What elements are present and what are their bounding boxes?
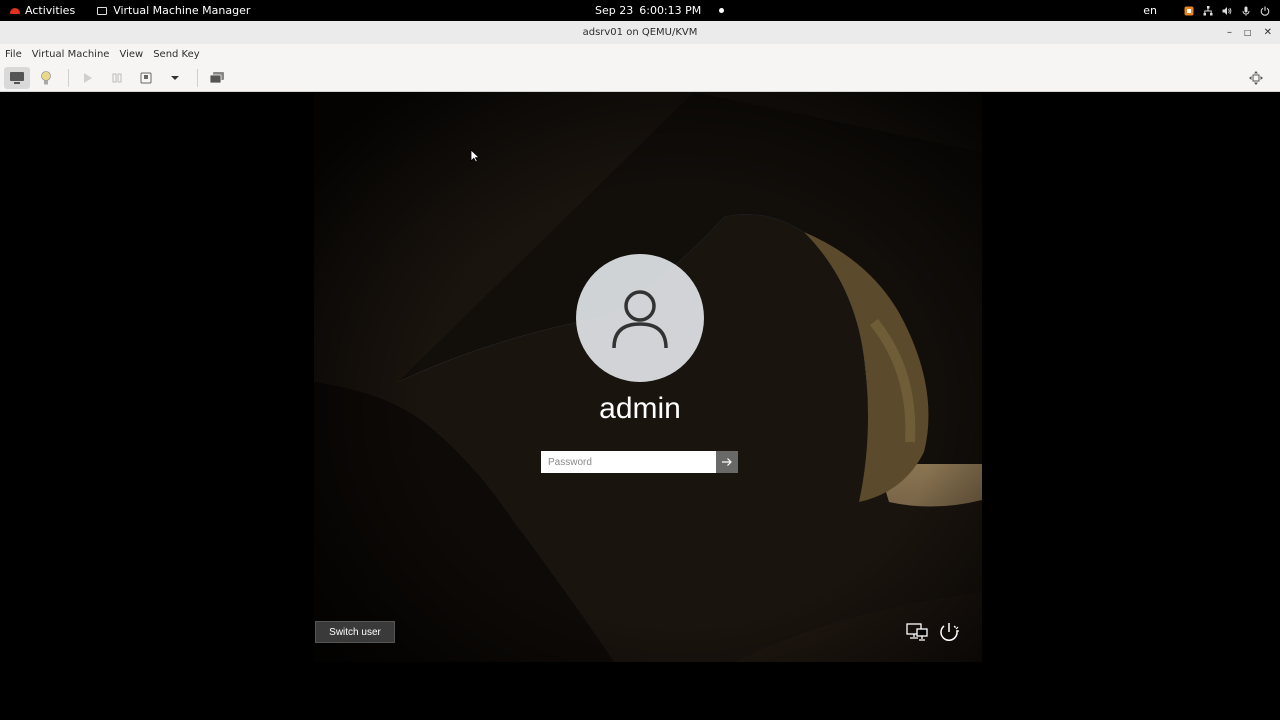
- shutdown-button[interactable]: [133, 67, 159, 89]
- switch-user-button[interactable]: Switch user: [315, 621, 395, 643]
- menu-view[interactable]: View: [119, 49, 143, 60]
- console-view-button[interactable]: [4, 66, 30, 89]
- clock-time: 6:00:13 PM: [639, 4, 702, 17]
- toolbar-separator: [197, 68, 198, 87]
- shutdown-menu-button[interactable]: [162, 67, 188, 89]
- app-menu[interactable]: Virtual Machine Manager: [97, 4, 250, 17]
- network-status-button[interactable]: [906, 623, 928, 645]
- notification-dot: [719, 8, 725, 13]
- menu-send-key[interactable]: Send Key: [153, 49, 200, 60]
- clock[interactable]: Sep 23 6:00:13 PM: [595, 0, 725, 21]
- power-options-button[interactable]: [938, 621, 960, 647]
- microphone-icon[interactable]: [1241, 6, 1251, 16]
- vm-window: adsrv01 on QEMU/KVM – □ ✕ File Virtual M…: [0, 21, 1280, 720]
- window-title: adsrv01 on QEMU/KVM: [582, 27, 698, 38]
- user-silhouette-icon: [612, 290, 668, 349]
- redhat-icon: [10, 7, 20, 14]
- network-icon[interactable]: [1203, 5, 1213, 16]
- network-monitor-icon: [906, 623, 928, 641]
- close-icon[interactable]: ✕: [1264, 21, 1272, 44]
- menu-bar: File Virtual Machine View Send Key: [0, 44, 1280, 64]
- clock-date: Sep 23: [595, 4, 634, 17]
- play-icon: [84, 72, 92, 83]
- lightbulb-icon: [41, 70, 51, 84]
- fullscreen-icon: [1249, 71, 1263, 85]
- screen-share-icon[interactable]: [1184, 6, 1194, 16]
- activities-label: Activities: [25, 4, 76, 17]
- menu-virtual-machine[interactable]: Virtual Machine: [32, 49, 110, 60]
- maximize-icon[interactable]: □: [1244, 21, 1252, 44]
- toolbar-separator: [68, 68, 69, 87]
- arrow-right-icon: [722, 458, 732, 466]
- password-input[interactable]: [541, 451, 716, 473]
- login-username: admin: [599, 392, 681, 425]
- snapshots-icon: [209, 71, 224, 83]
- submit-button[interactable]: [716, 451, 738, 473]
- power-menu-icon[interactable]: [1260, 6, 1270, 16]
- vm-console[interactable]: admin Switch user: [0, 92, 1280, 720]
- fullscreen-button[interactable]: [1243, 67, 1269, 89]
- vm-manager-icon: [97, 6, 108, 15]
- gnome-top-bar: Activities Virtual Machine Manager Sep 2…: [0, 0, 1280, 21]
- window-titlebar[interactable]: adsrv01 on QEMU/KVM – □ ✕: [0, 21, 1280, 44]
- pause-icon: [112, 73, 122, 82]
- user-avatar: [576, 254, 704, 382]
- snapshots-button[interactable]: [204, 67, 230, 89]
- password-row: [541, 451, 738, 474]
- activities-button[interactable]: Activities: [10, 4, 75, 17]
- toolbar: [0, 64, 1280, 92]
- power-icon: [940, 623, 959, 641]
- minimize-icon[interactable]: –: [1227, 21, 1232, 44]
- menu-file[interactable]: File: [5, 49, 22, 60]
- keyboard-layout[interactable]: en: [1143, 4, 1157, 17]
- volume-icon[interactable]: [1222, 6, 1232, 16]
- app-name: Virtual Machine Manager: [113, 4, 251, 17]
- pause-button[interactable]: [104, 67, 130, 89]
- mouse-cursor-icon: [470, 149, 480, 163]
- shutdown-icon: [140, 72, 152, 83]
- details-view-button[interactable]: [33, 67, 59, 89]
- monitor-icon: [10, 71, 24, 84]
- run-button[interactable]: [75, 67, 101, 89]
- switch-user-label: Switch user: [329, 626, 381, 638]
- chevron-down-icon: [171, 75, 179, 80]
